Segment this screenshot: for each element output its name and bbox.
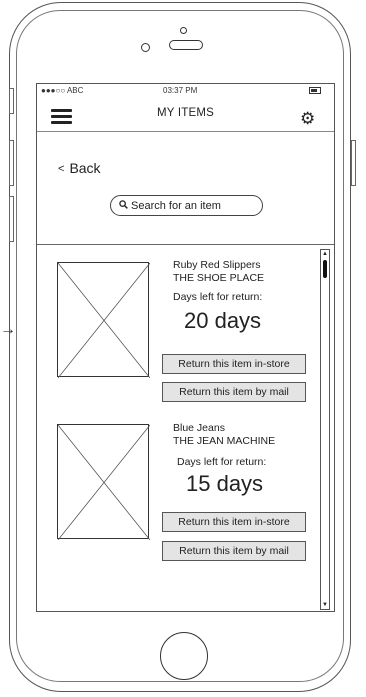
days-left-label: Days left for return: — [173, 291, 263, 303]
search-placeholder: Search for an item — [131, 200, 221, 212]
days-left-value: 15 days — [186, 471, 264, 496]
battery-icon — [309, 87, 321, 94]
item-image-placeholder — [57, 424, 150, 540]
scrollbar[interactable]: ▲ ▼ — [320, 249, 330, 610]
item-name: Blue Jeans — [173, 422, 225, 434]
item-store: THE SHOE PLACE — [173, 272, 265, 284]
earpiece-speaker — [169, 40, 203, 50]
scroll-thumb[interactable] — [323, 260, 327, 278]
flow-arrow-icon: → — [0, 321, 16, 338]
home-button[interactable] — [160, 632, 208, 680]
chevron-left-icon: < — [58, 163, 65, 175]
side-button-volume-down — [9, 196, 14, 242]
search-input[interactable]: Search for an item — [110, 195, 263, 216]
navigation-bar: MY ITEMS ⚙ — [37, 97, 334, 132]
front-camera — [141, 43, 150, 52]
screen: ●●●○○ ABC 03:37 PM MY ITEMS ⚙ < Back Sear… — [36, 83, 335, 612]
carrier-label: ●●●○○ ABC — [41, 86, 84, 95]
return-in-store-button[interactable]: Return this item in-store — [162, 354, 306, 374]
status-bar: ●●●○○ ABC 03:37 PM — [37, 84, 334, 97]
days-left-label: Days left for return: — [177, 456, 267, 468]
side-button-mute — [9, 88, 14, 114]
header-divider — [37, 244, 334, 245]
return-by-mail-button[interactable]: Return this item by mail — [162, 541, 306, 561]
side-button-power — [351, 140, 356, 186]
days-left-value: 20 days — [184, 308, 262, 333]
item-name: Ruby Red Slippers — [173, 259, 261, 271]
back-button[interactable]: < Back — [58, 160, 101, 176]
proximity-sensor — [180, 27, 187, 34]
scroll-up-arrow-icon[interactable]: ▲ — [322, 251, 328, 257]
side-button-volume-up — [9, 140, 14, 186]
status-time: 03:37 PM — [163, 86, 198, 95]
item-store: THE JEAN MACHINE — [173, 435, 276, 447]
back-label: Back — [69, 160, 101, 176]
item-image-placeholder — [57, 262, 150, 378]
scroll-down-arrow-icon[interactable]: ▼ — [322, 602, 328, 608]
search-icon — [119, 200, 128, 209]
return-in-store-button[interactable]: Return this item in-store — [162, 512, 306, 532]
gear-icon[interactable]: ⚙ — [300, 110, 315, 127]
page-title: MY ITEMS — [157, 107, 214, 119]
return-by-mail-button[interactable]: Return this item by mail — [162, 382, 306, 402]
